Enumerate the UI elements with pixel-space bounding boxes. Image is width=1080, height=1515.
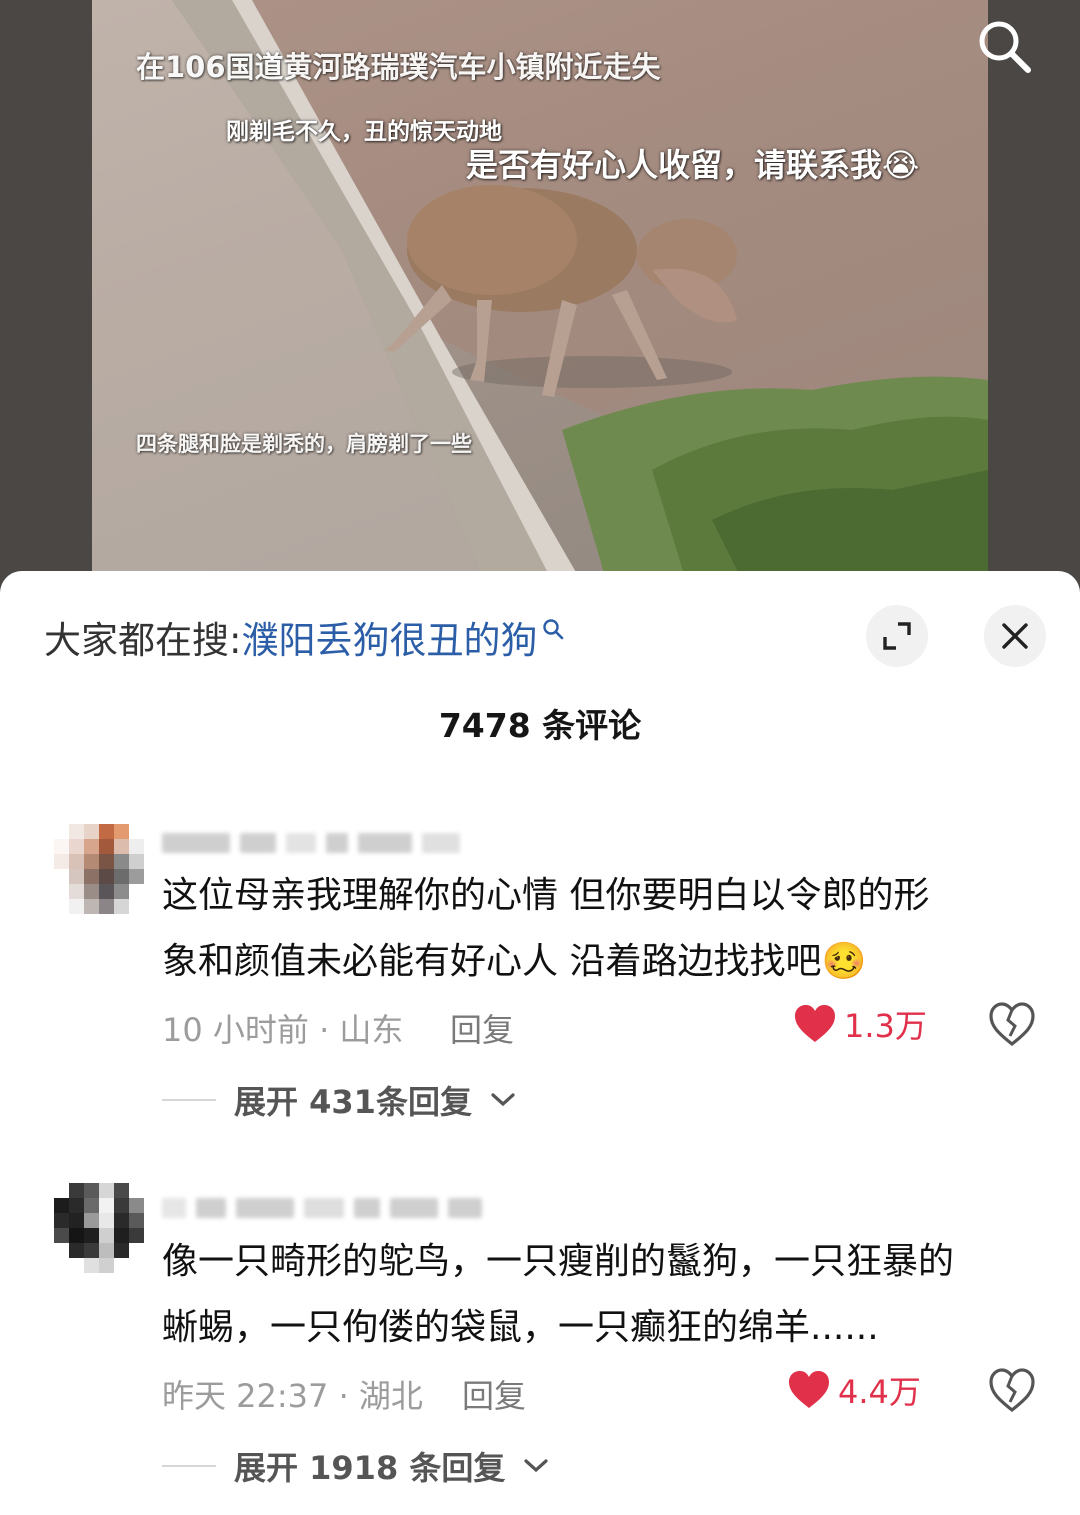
expand-replies-button[interactable]: 展开 431条回复 bbox=[162, 1077, 516, 1123]
heart-icon bbox=[795, 1005, 835, 1042]
like-button[interactable]: 1.3万 bbox=[794, 1001, 927, 1047]
chevron-down-icon bbox=[491, 1093, 515, 1107]
comment-meta: 10 小时前 · 山东 bbox=[162, 1011, 404, 1049]
expand-replies-label: 展开 431条回复 bbox=[234, 1083, 472, 1121]
comment-sheet: 大家都在搜: 濮阳丢狗很丑的狗 7478 条评论 这位母亲我理解你的心情 但你要… bbox=[0, 571, 1080, 1515]
video-caption-plea: 是否有好心人收留，请联系我😭 bbox=[466, 146, 920, 184]
expand-icon bbox=[883, 622, 911, 650]
hot-search-term: 濮阳丢狗很丑的狗 bbox=[241, 619, 538, 662]
like-count: 4.4万 bbox=[838, 1373, 921, 1411]
reply-button[interactable]: 回复 bbox=[450, 1005, 514, 1051]
comment-count: 7478 条评论 bbox=[438, 706, 642, 745]
chevron-down-icon bbox=[524, 1459, 548, 1473]
username-blurred[interactable] bbox=[162, 1193, 482, 1223]
close-icon bbox=[1002, 623, 1028, 649]
like-button[interactable]: 4.4万 bbox=[788, 1367, 921, 1413]
comment-text: 这位母亲我理解你的心情 但你要明白以令郎的形 象和颜值未必能有好心人 沿着路边找… bbox=[162, 863, 1042, 995]
close-button[interactable] bbox=[984, 605, 1046, 667]
broken-heart-icon[interactable] bbox=[988, 1000, 1036, 1048]
video-player[interactable]: 在106国道黄河路瑞璞汽车小镇附近走失 刚剃毛不久，丑的惊天动地 是否有好心人收… bbox=[0, 0, 1080, 600]
search-icon bbox=[979, 21, 1031, 73]
like-count: 1.3万 bbox=[844, 1007, 927, 1045]
video-frame[interactable]: 在106国道黄河路瑞璞汽车小镇附近走失 刚剃毛不久，丑的惊天动地 是否有好心人收… bbox=[92, 0, 988, 600]
avatar[interactable] bbox=[54, 1183, 144, 1273]
expand-replies-label: 展开 1918 条回复 bbox=[234, 1449, 506, 1487]
hot-search-term-link[interactable]: 濮阳丢狗很丑的狗 bbox=[241, 610, 567, 664]
comment-text-line: 这位母亲我理解你的心情 但你要明白以令郎的形 bbox=[162, 875, 930, 916]
video-caption-shaved: 刚剃毛不久，丑的惊天动地 bbox=[226, 119, 502, 145]
avatar[interactable] bbox=[54, 824, 144, 914]
expand-button[interactable] bbox=[866, 605, 928, 667]
divider bbox=[162, 1099, 216, 1101]
comment-meta: 昨天 22:37 · 湖北 bbox=[162, 1377, 423, 1415]
comment-text-line: 蜥蜴，一只佝偻的袋鼠，一只癫狂的绵羊...... bbox=[162, 1307, 879, 1348]
reply-button[interactable]: 回复 bbox=[462, 1371, 526, 1417]
hot-search-bar: 大家都在搜: 濮阳丢狗很丑的狗 bbox=[44, 611, 567, 663]
username-blurred[interactable] bbox=[162, 828, 460, 858]
comment-text: 像一只畸形的鸵鸟，一只瘦削的鬣狗，一只狂暴的 蜥蜴，一只佝偻的袋鼠，一只癫狂的绵… bbox=[162, 1229, 1042, 1361]
video-caption-location: 在106国道黄河路瑞璞汽车小镇附近走失 bbox=[136, 50, 661, 84]
divider bbox=[162, 1465, 216, 1467]
heart-icon bbox=[789, 1371, 829, 1408]
search-button[interactable] bbox=[968, 10, 1040, 82]
hot-search-label: 大家都在搜: bbox=[44, 619, 242, 662]
comment-text-line: 像一只畸形的鸵鸟，一只瘦削的鬣狗，一只狂暴的 bbox=[162, 1241, 955, 1282]
video-scene bbox=[92, 0, 988, 600]
broken-heart-icon[interactable] bbox=[988, 1366, 1036, 1414]
search-small-icon bbox=[543, 619, 564, 640]
expand-replies-button[interactable]: 展开 1918 条回复 bbox=[162, 1443, 549, 1489]
comment-text-line: 象和颜值未必能有好心人 沿着路边找找吧🥴 bbox=[162, 941, 867, 982]
video-caption-description: 四条腿和脸是剃秃的，肩膀剃了一些 bbox=[136, 432, 472, 456]
